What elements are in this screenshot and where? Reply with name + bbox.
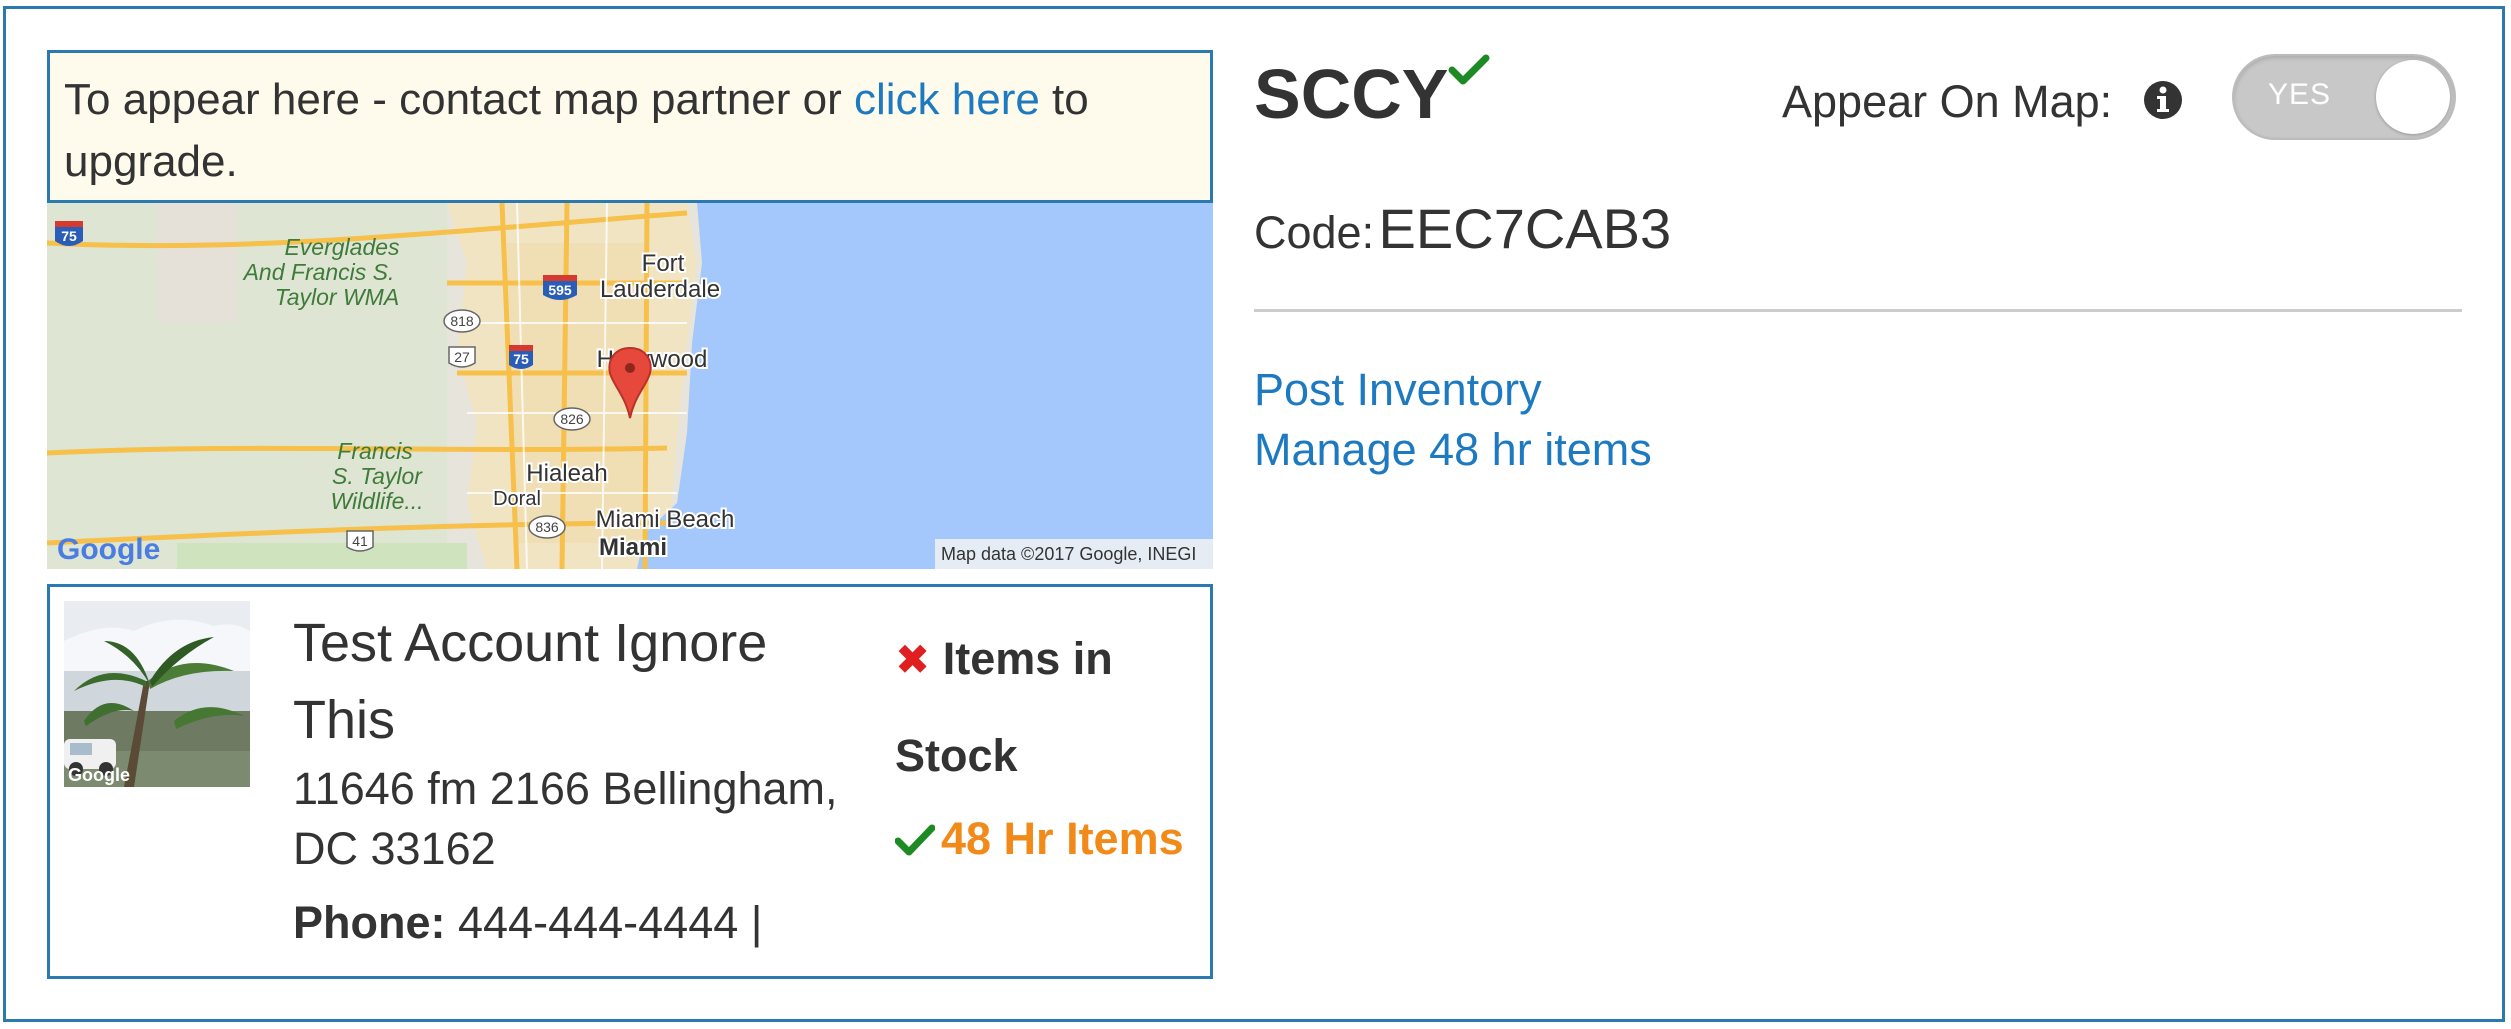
- manage-48hr-items-link[interactable]: Manage 48 hr items: [1254, 420, 1652, 480]
- google-map-logo: Google: [57, 533, 160, 566]
- map-label-miami-beach: Miami Beach: [596, 506, 735, 533]
- map-label-everglades-1: Everglades: [284, 234, 400, 260]
- shield-41-text: 41: [352, 533, 368, 549]
- toggle-knob[interactable]: [2376, 60, 2450, 134]
- 48hr-items-label: 48 Hr Items: [941, 813, 1184, 864]
- map-label-doral: Doral: [493, 488, 541, 510]
- map-label-francis-1: Francis: [337, 438, 413, 464]
- phone-value: 444-444-4444 |: [445, 897, 763, 948]
- shield-75a-text: 75: [61, 228, 77, 244]
- shield-27-text: 27: [454, 349, 470, 365]
- map-label-everglades-3: Taylor WMA: [275, 284, 399, 310]
- section-divider: [1254, 309, 2462, 312]
- map-label-miami: Miami: [599, 534, 667, 561]
- map-attribution[interactable]: Map data ©2017 Google, INEGI: [941, 544, 1196, 564]
- appear-on-map-toggle[interactable]: YES: [2232, 54, 2456, 140]
- business-card: Google Test Account Ignore This 11646 fm…: [47, 584, 1213, 979]
- post-inventory-link[interactable]: Post Inventory: [1254, 360, 1542, 420]
- business-name: Test Account Ignore This: [293, 613, 768, 750]
- street-view-thumbnail[interactable]: Google: [64, 601, 250, 787]
- map-label-fort: Fort: [642, 250, 685, 277]
- toggle-state-text: YES: [2268, 78, 2332, 111]
- map-label-hialeah: Hialeah: [526, 460, 607, 487]
- notice-text: To appear here - contact map partner or: [64, 75, 854, 124]
- map-label-francis-3: Wildlife...: [330, 488, 423, 514]
- location-map[interactable]: 75 595 818 27 75 826 836 41 Everglades A…: [47, 203, 1213, 569]
- shield-836-text: 836: [535, 519, 559, 535]
- dealer-code: Code: EEC7CAB3: [1254, 196, 1671, 277]
- phone-label: Phone:: [293, 897, 446, 948]
- shield-595-text: 595: [548, 282, 572, 298]
- verified-check-icon: [1448, 54, 1490, 85]
- thumbnail-google-logo: Google: [68, 765, 130, 785]
- 48hr-items-status: 48 Hr Items: [894, 809, 1184, 869]
- upgrade-notice: To appear here - contact map partner or …: [47, 50, 1213, 203]
- check-icon: [894, 824, 936, 856]
- shield-75b-text: 75: [513, 351, 529, 367]
- dealer-title: SCCY: [1254, 55, 1449, 133]
- click-here-link[interactable]: click here: [854, 75, 1040, 124]
- business-phone: Phone: 444-444-4444 |: [293, 893, 762, 953]
- map-label-francis-2: S. Taylor: [332, 463, 423, 489]
- shield-818-text: 818: [450, 313, 474, 329]
- items-in-stock-status: ✖ Items in Stock: [895, 611, 1195, 804]
- appear-on-map-label: Appear On Map:: [1782, 76, 2113, 127]
- info-icon[interactable]: [2143, 80, 2183, 120]
- code-value: EEC7CAB3: [1378, 197, 1672, 260]
- code-label: Code:: [1254, 207, 1375, 258]
- shield-826-text: 826: [560, 411, 584, 427]
- map-label-lauderdale: Lauderdale: [600, 276, 720, 303]
- map-label-everglades-2: And Francis S.: [242, 259, 395, 285]
- x-icon: ✖: [895, 636, 931, 683]
- business-address: 11646 fm 2166 Bellingham, DC 33162: [293, 763, 838, 874]
